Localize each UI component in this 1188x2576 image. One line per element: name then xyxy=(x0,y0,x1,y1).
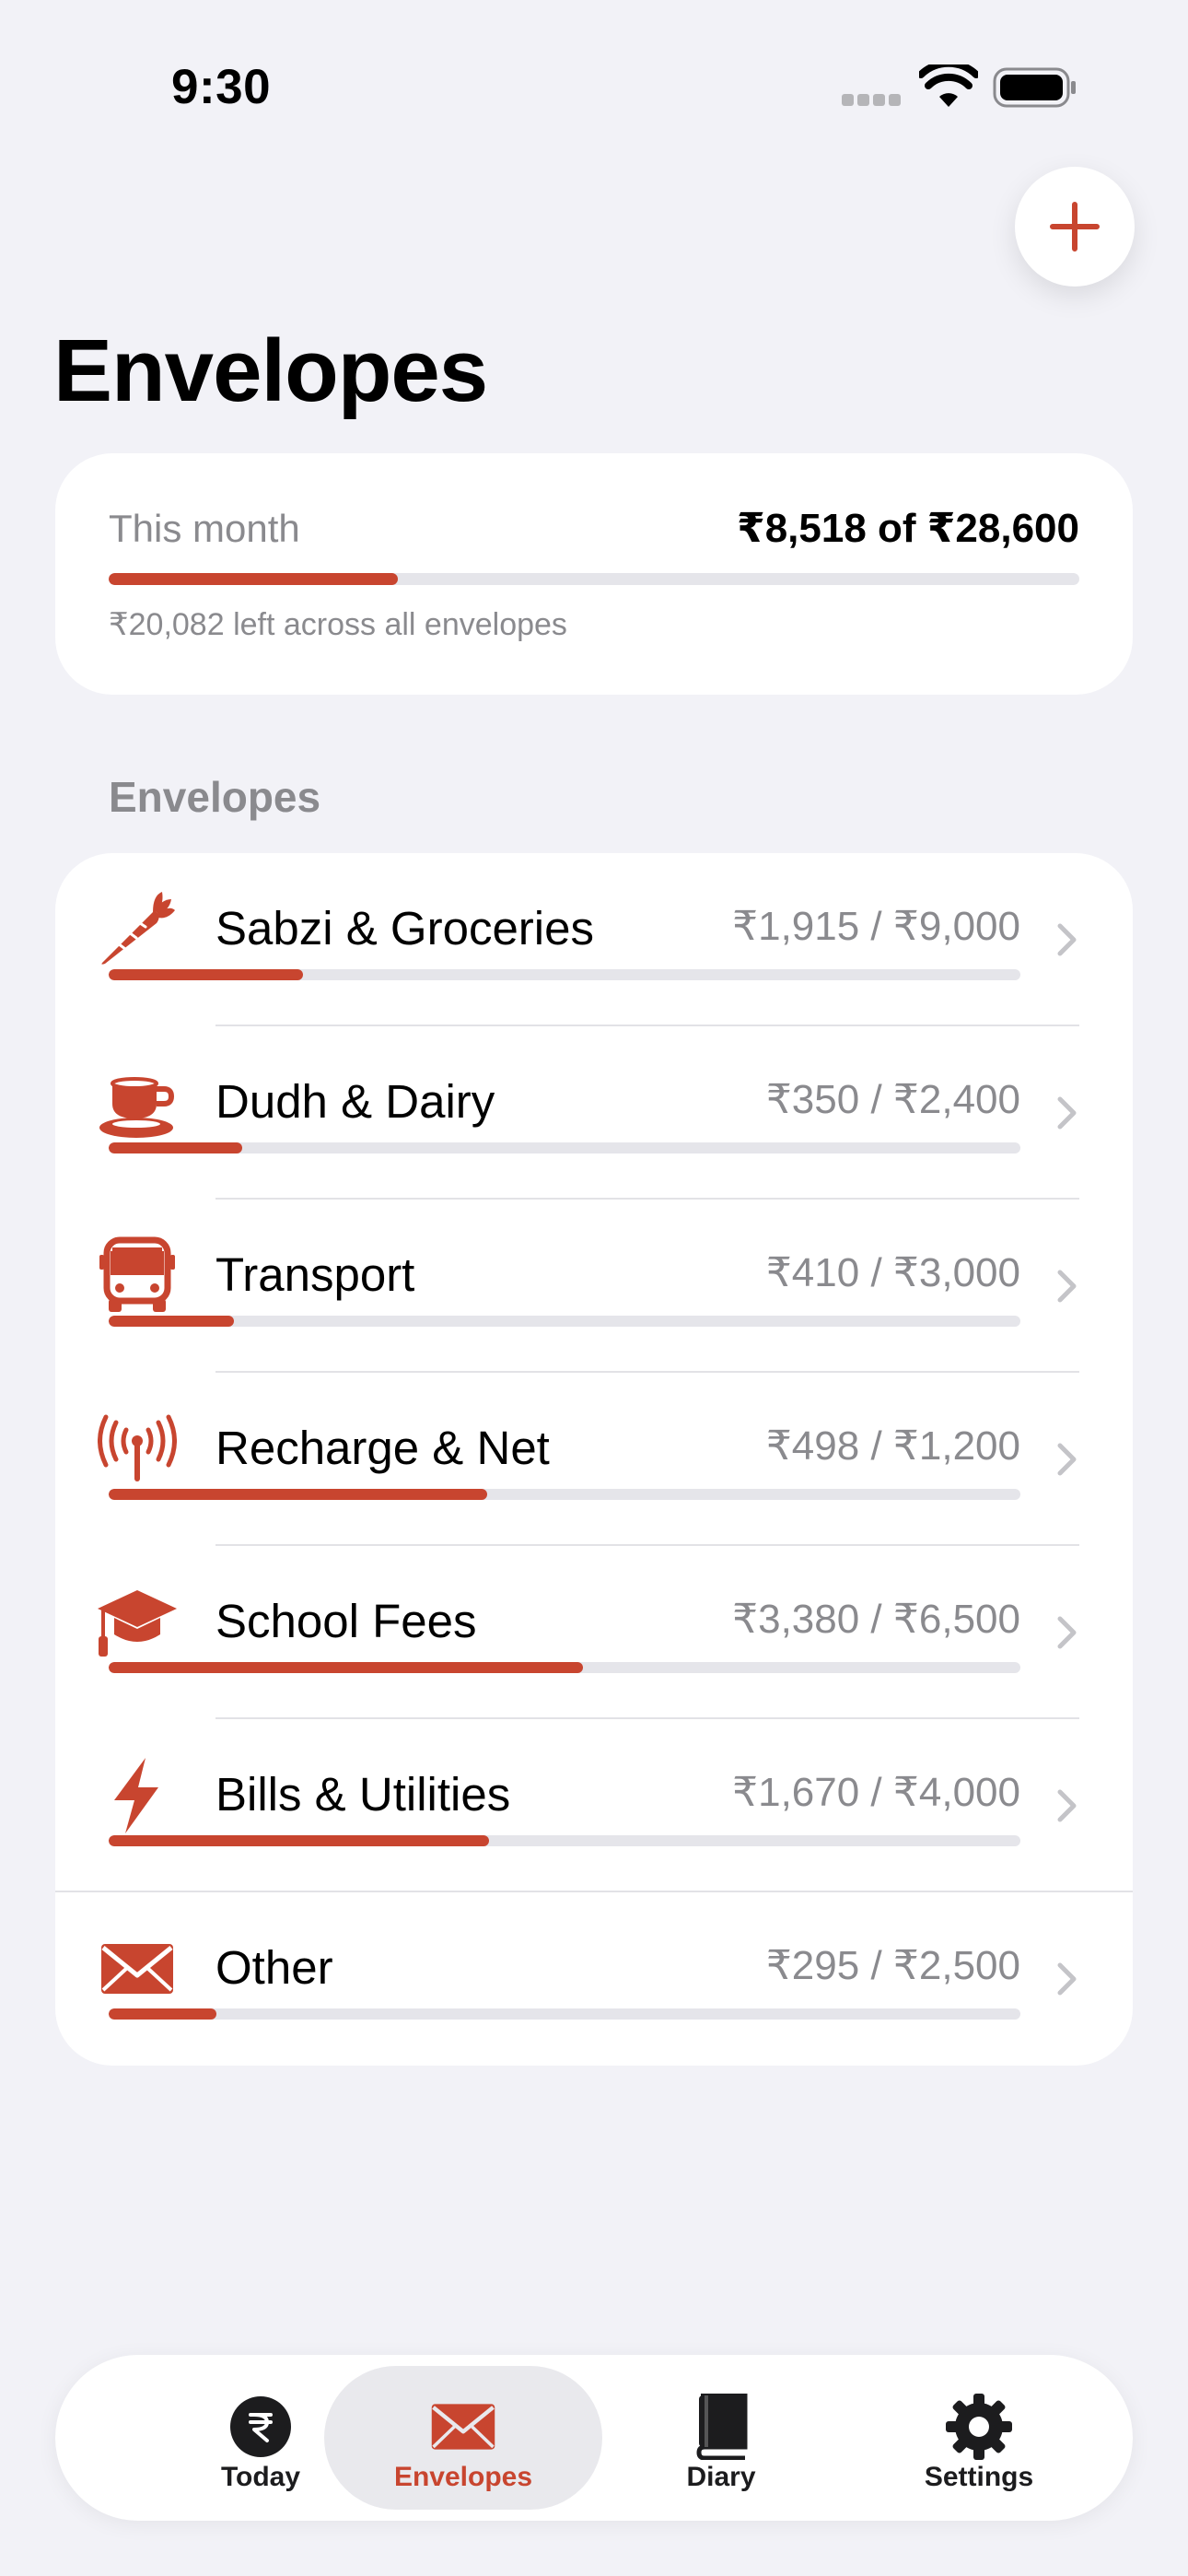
envelope-name: School Fees xyxy=(215,1595,477,1647)
chevron-right-icon xyxy=(1057,1962,1077,1996)
chevron-right-icon xyxy=(1057,1443,1077,1476)
envelope-row-sabzi-groceries[interactable]: Sabzi & Groceries ₹1,915 / ₹9,000 xyxy=(55,853,1133,1026)
tab-diary[interactable]: Diary xyxy=(582,2366,860,2510)
carrot-icon xyxy=(98,890,177,969)
tab-envelopes[interactable]: Envelopes xyxy=(324,2366,602,2510)
chevron-right-icon xyxy=(1057,1270,1077,1303)
chevron-right-icon xyxy=(1057,1789,1077,1822)
envelope-amount: ₹1,915 / ₹9,000 xyxy=(732,904,1020,949)
summary-label: This month xyxy=(109,507,300,550)
envelope-progress-bar xyxy=(109,1662,1020,1673)
book-icon xyxy=(688,2394,754,2460)
tab-bar: Today Envelopes Diary Settings xyxy=(55,2355,1133,2521)
envelope-progress-bar xyxy=(109,1142,1020,1153)
envelope-name: Transport xyxy=(215,1248,415,1301)
tab-label: Envelopes xyxy=(393,2462,533,2492)
envelope-icon xyxy=(430,2394,496,2460)
battery-icon xyxy=(993,67,1076,108)
envelope-progress-fill xyxy=(109,1835,490,1846)
envelope-name: Recharge & Net xyxy=(215,1422,550,1474)
page-title: Envelopes xyxy=(53,322,488,420)
cup-icon xyxy=(98,1063,177,1142)
envelope-amount: ₹350 / ₹2,400 xyxy=(765,1077,1020,1122)
summary-progress-fill xyxy=(109,573,399,585)
envelope-name: Bills & Utilities xyxy=(215,1768,511,1821)
bus-icon xyxy=(98,1236,177,1316)
envelope-row-other[interactable]: Other ₹295 / ₹2,500 xyxy=(55,1892,1133,2066)
envelope-name: Dudh & Dairy xyxy=(215,1075,495,1128)
tab-settings[interactable]: Settings xyxy=(840,2366,1118,2510)
envelope-row-bills-utilities[interactable]: Bills & Utilities ₹1,670 / ₹4,000 xyxy=(55,1719,1133,1892)
envelope-progress-fill xyxy=(109,2008,216,2020)
envelope-progress-bar xyxy=(109,1316,1020,1327)
envelope-progress-bar xyxy=(109,2008,1020,2020)
section-header: Envelopes xyxy=(109,773,321,821)
envelope-progress-bar xyxy=(109,1835,1020,1846)
envelope-row-recharge-net[interactable]: Recharge & Net ₹498 / ₹1,200 xyxy=(55,1373,1133,1546)
envelope-amount: ₹3,380 / ₹6,500 xyxy=(732,1597,1020,1642)
chevron-right-icon xyxy=(1057,1096,1077,1130)
tab-label: Diary xyxy=(686,2462,756,2492)
envelope-progress-fill xyxy=(109,1662,583,1673)
envelope-progress-fill xyxy=(109,969,303,980)
status-time: 9:30 xyxy=(171,60,272,114)
chevron-right-icon xyxy=(1057,923,1077,956)
bolt-icon xyxy=(98,1756,177,1835)
envelope-amount: ₹410 / ₹3,000 xyxy=(765,1250,1020,1295)
status-bar: 9:30 xyxy=(0,0,1188,175)
envelope-progress-fill xyxy=(109,1489,487,1500)
gear-icon xyxy=(946,2394,1012,2460)
monthly-summary-card: This month ₹8,518 of ₹28,600 ₹20,082 lef… xyxy=(55,453,1133,695)
envelope-amount: ₹1,670 / ₹4,000 xyxy=(732,1770,1020,1815)
envelope-progress-fill xyxy=(109,1316,234,1327)
summary-total: ₹8,518 of ₹28,600 xyxy=(737,506,1079,551)
envelope-amount: ₹295 / ₹2,500 xyxy=(765,1943,1020,1988)
envelope-row-dudh-dairy[interactable]: Dudh & Dairy ₹350 / ₹2,400 xyxy=(55,1026,1133,1200)
envelope-amount: ₹498 / ₹1,200 xyxy=(765,1423,1020,1469)
envelope-name: Other xyxy=(215,1941,333,1994)
envelope-list: Sabzi & Groceries ₹1,915 / ₹9,000 Dudh &… xyxy=(55,853,1133,2066)
envelope-name: Sabzi & Groceries xyxy=(215,902,594,954)
antenna-icon xyxy=(98,1410,177,1489)
envelope-row-school-fees[interactable]: School Fees ₹3,380 / ₹6,500 xyxy=(55,1546,1133,1719)
plus-icon xyxy=(1050,202,1100,252)
add-envelope-button[interactable] xyxy=(1015,167,1135,287)
chevron-right-icon xyxy=(1057,1616,1077,1649)
envelope-progress-fill xyxy=(109,1142,242,1153)
tab-label: Settings xyxy=(924,2462,1034,2492)
rupee-icon xyxy=(227,2394,294,2460)
summary-progress-bar xyxy=(109,573,1079,585)
envelope-progress-bar xyxy=(109,969,1020,980)
cellular-signal-icon xyxy=(842,94,903,107)
graduation-cap-icon xyxy=(98,1583,177,1662)
envelope-progress-bar xyxy=(109,1489,1020,1500)
envelope-row-transport[interactable]: Transport ₹410 / ₹3,000 xyxy=(55,1200,1133,1373)
envelope-icon xyxy=(98,1929,177,2008)
summary-remaining: ₹20,082 left across all envelopes xyxy=(109,607,567,642)
wifi-icon xyxy=(919,64,978,107)
